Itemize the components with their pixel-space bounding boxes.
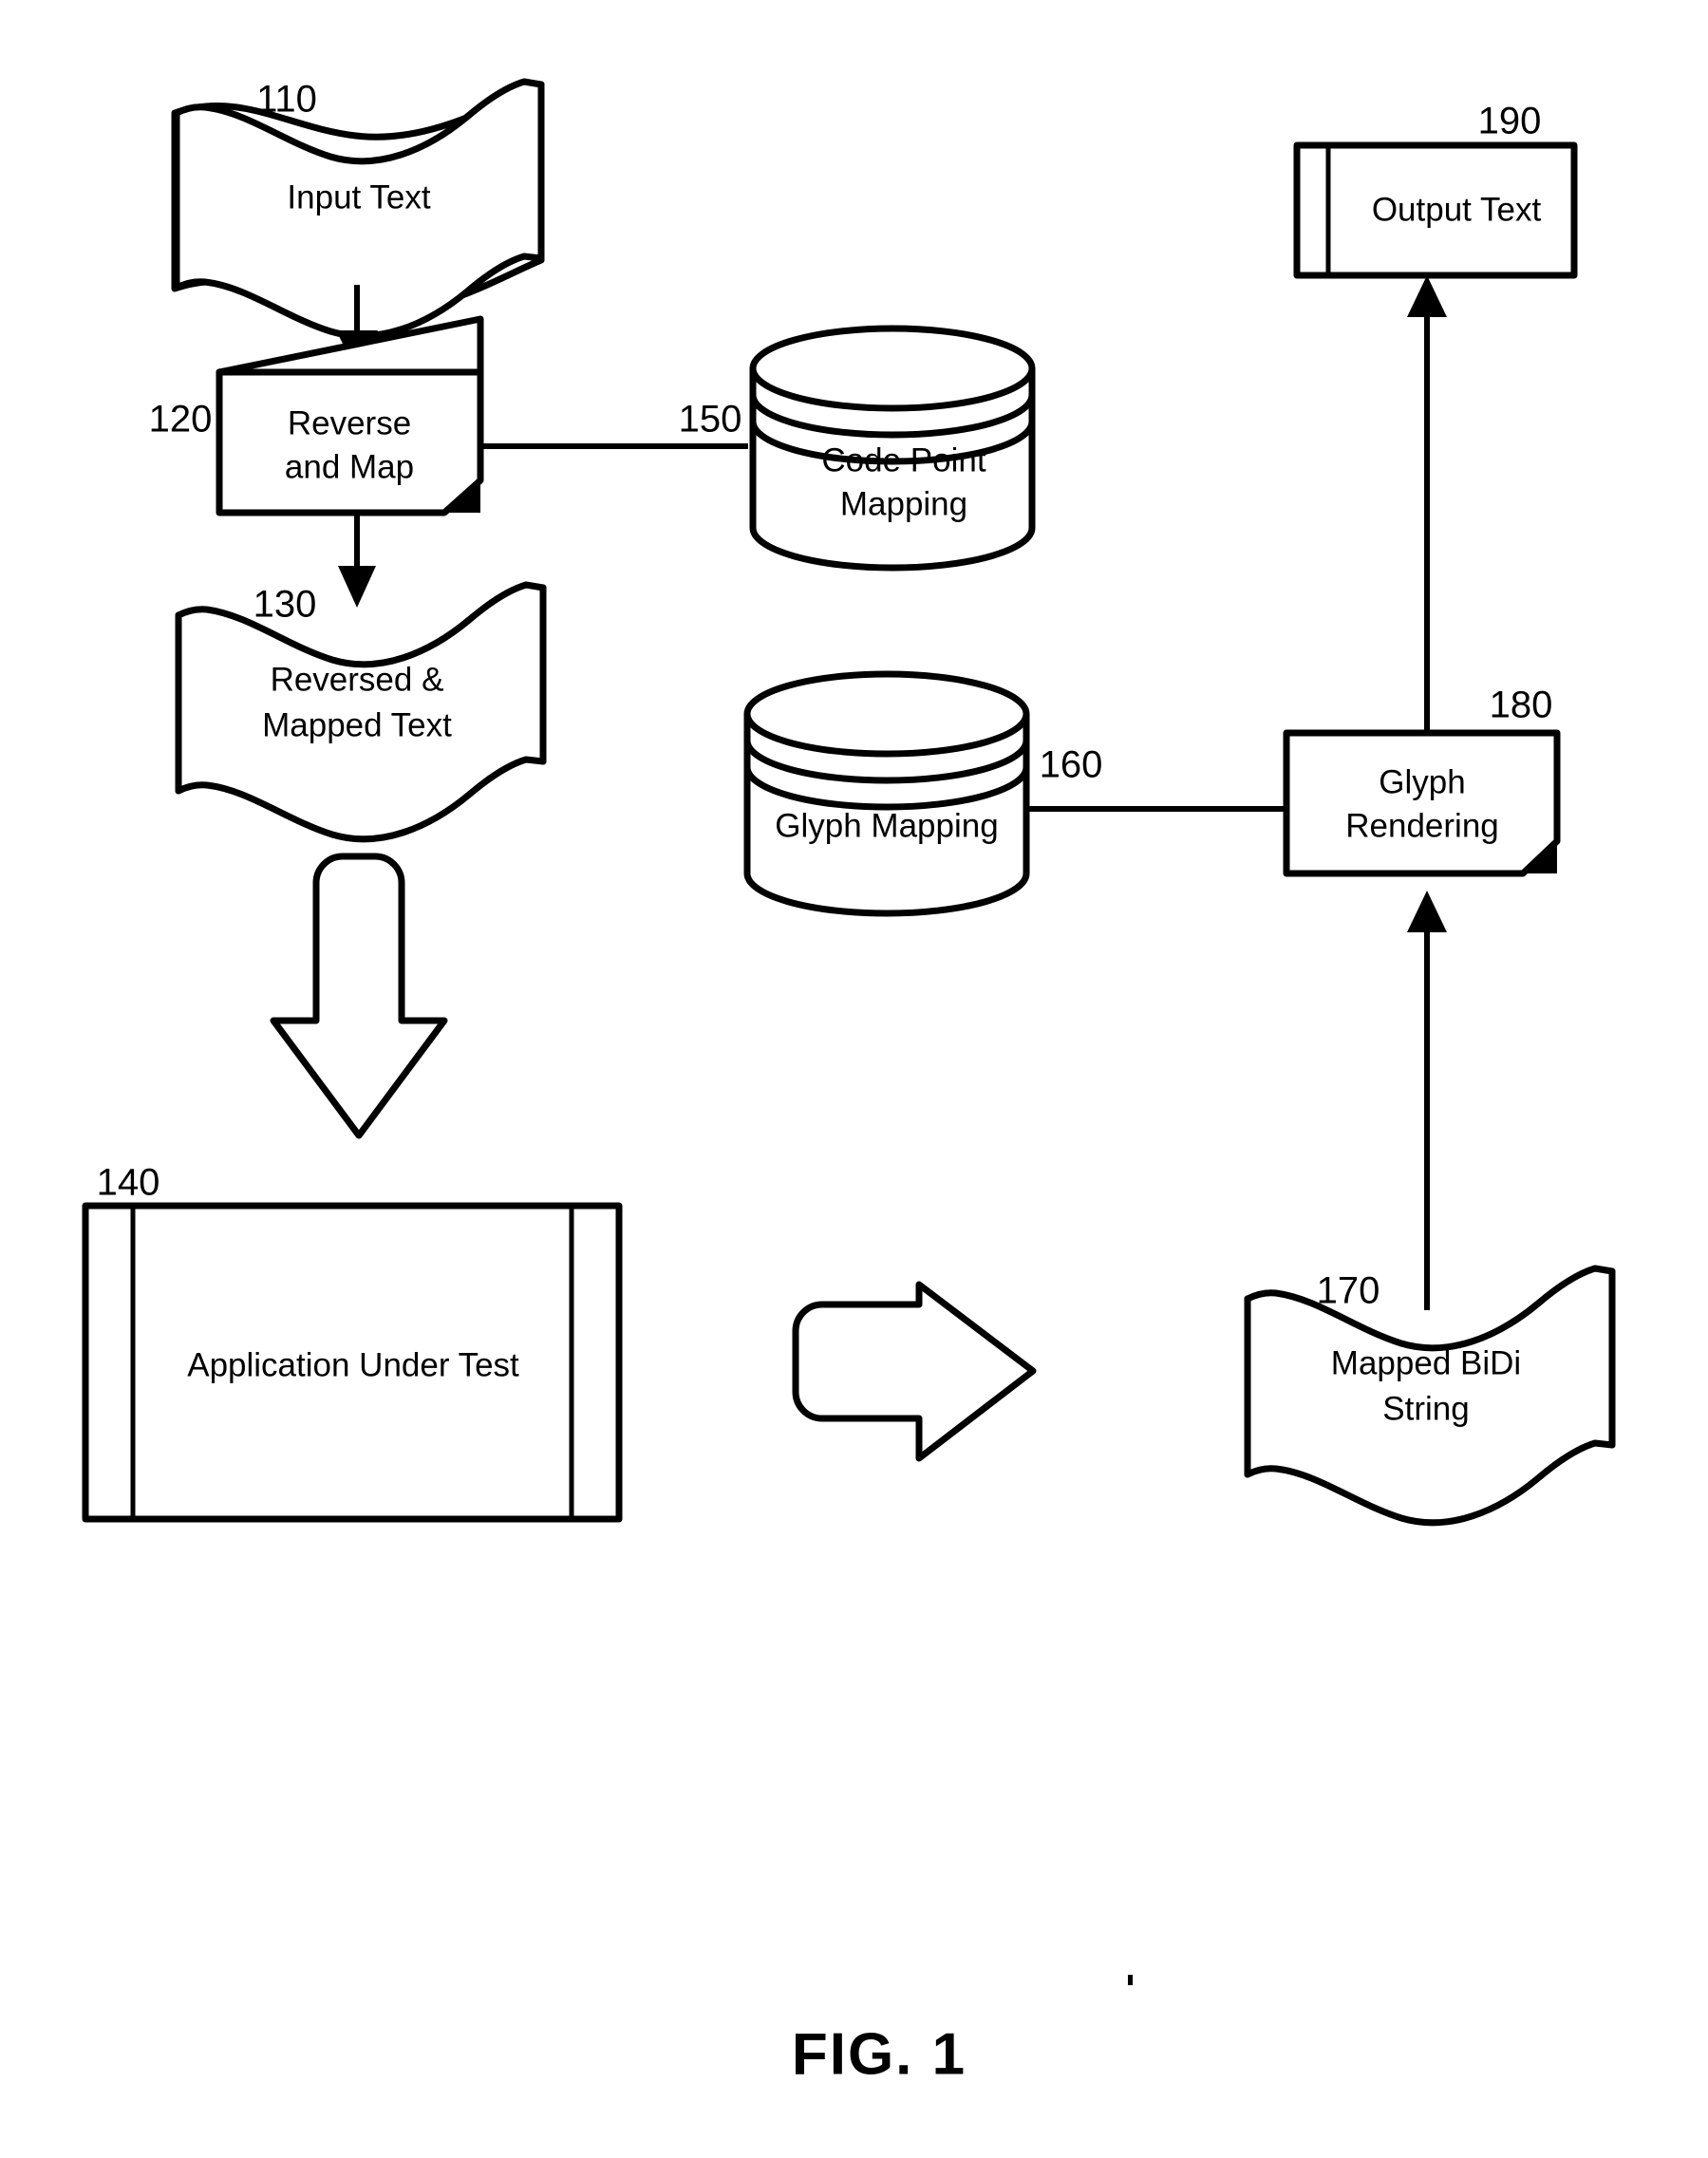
mapped-bidi-string-label-line2: String bbox=[1382, 1390, 1469, 1427]
connector-reverse-and-map-to-reversed-mapped-text bbox=[338, 513, 376, 608]
patent-figure-page: Input Text 110 Reverse and Map 120 Rever… bbox=[0, 0, 1708, 2158]
ref-150: 150 bbox=[679, 399, 742, 441]
block-arrow-right-icon bbox=[792, 1281, 1037, 1462]
block-arrow-down-icon bbox=[270, 853, 448, 1139]
mapped-bidi-string-label-line1: Mapped BiDi bbox=[1331, 1344, 1521, 1381]
code-point-mapping-label-line1: Code Point bbox=[821, 441, 985, 479]
ref-140: 140 bbox=[97, 1162, 160, 1204]
arrow-head-up-icon bbox=[1407, 891, 1447, 932]
code-point-mapping-label-line2: Mapping bbox=[840, 485, 967, 522]
code-point-mapping-top-ellipse bbox=[749, 325, 1036, 412]
ref-160: 160 bbox=[1040, 744, 1103, 786]
reverse-and-map-label-line1: Reverse bbox=[288, 404, 411, 441]
ref-120: 120 bbox=[149, 399, 213, 441]
glyph-rendering-label-line1: Glyph bbox=[1379, 763, 1465, 800]
figure-caption: FIG. 1 bbox=[792, 2021, 967, 2087]
glyph-rendering-label-line2: Rendering bbox=[1345, 807, 1499, 844]
ref-190: 190 bbox=[1478, 101, 1542, 142]
figure-canvas: Input Text 110 Reverse and Map 120 Rever… bbox=[82, 78, 1616, 2087]
arrow-head-up-icon bbox=[1407, 275, 1447, 317]
application-under-test-label: Application Under Test bbox=[187, 1346, 519, 1383]
output-text-label: Output Text bbox=[1372, 191, 1542, 228]
ref-170: 170 bbox=[1317, 1270, 1380, 1312]
node-glyph-rendering: Glyph Rendering 180 bbox=[1283, 685, 1561, 877]
reversed-mapped-text-label-line1: Reversed & bbox=[271, 661, 444, 698]
reverse-and-map-label-line2: and Map bbox=[285, 448, 414, 485]
ref-110: 110 bbox=[256, 79, 317, 121]
scan-speck bbox=[1128, 1975, 1133, 1985]
glyph-mapping-top-ellipse bbox=[743, 670, 1030, 758]
connector-mapped-bidi-string-to-glyph-rendering bbox=[1407, 891, 1447, 1310]
reverse-and-map-body bbox=[216, 368, 484, 516]
glyph-mapping-label: Glyph Mapping bbox=[775, 807, 998, 844]
node-reverse-and-map-box: Reverse and Map 120 bbox=[149, 315, 484, 516]
ref-130: 130 bbox=[253, 584, 317, 626]
input-text-label: Input Text bbox=[287, 178, 430, 216]
node-glyph-mapping: Glyph Mapping 160 bbox=[743, 670, 1103, 917]
node-application-under-test: Application Under Test 140 bbox=[82, 1162, 623, 1523]
connector-glyph-rendering-to-output-text bbox=[1407, 275, 1447, 733]
node-output-text: Output Text 190 bbox=[1293, 101, 1578, 279]
ref-180: 180 bbox=[1490, 685, 1553, 726]
arrow-head-down-icon bbox=[338, 566, 376, 608]
glyph-rendering-shape bbox=[1283, 729, 1561, 877]
reversed-mapped-text-label-line2: Mapped Text bbox=[262, 706, 452, 743]
